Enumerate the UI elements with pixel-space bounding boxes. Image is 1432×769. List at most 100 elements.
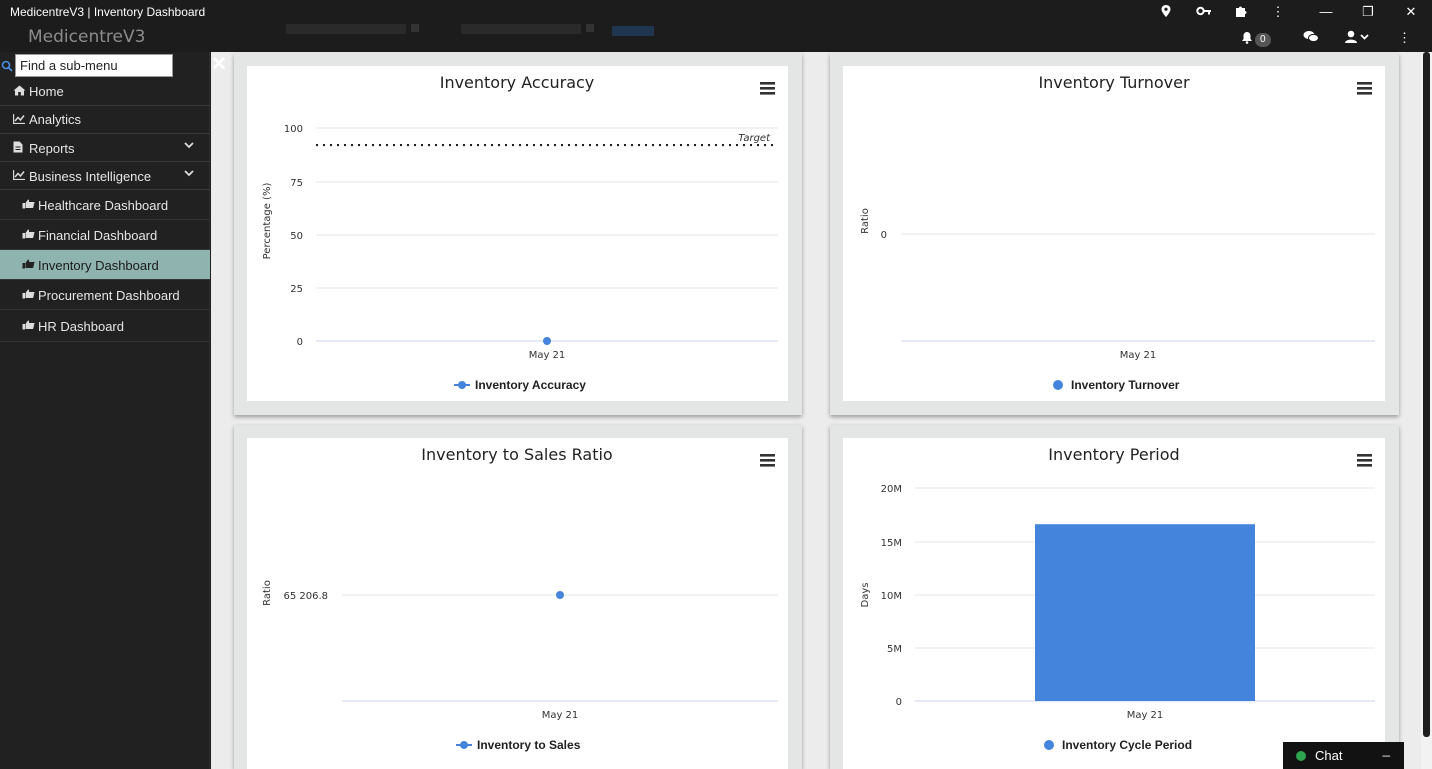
y-tick-label: 10M [881,591,902,602]
close-window-icon[interactable]: ✕ [1403,4,1419,20]
sidebar-item-label: Analytics [29,112,82,127]
sidebar-item-analytics[interactable]: Analytics [0,106,210,134]
legend-label: Inventory Cycle Period [1062,738,1192,752]
app-header: MedicentreV3 0 ⋮ [0,24,1432,52]
chart-menu-icon[interactable] [760,82,775,95]
home-icon [13,85,26,99]
notifications-bell-icon[interactable]: 0 [1241,30,1271,47]
menu-bar[interactable] [760,87,775,90]
document-icon [13,141,23,156]
scrollbar-thumb[interactable] [1423,52,1430,737]
sidebar-subitem-inventory-dashboard[interactable]: Inventory Dashboard [0,250,210,280]
sidebar-subitem-healthcare-dashboard[interactable]: Healthcare Dashboard [0,190,210,220]
chart-inventory-accuracy-svg: Inventory Accuracy Percentage (%) 0 25 50 75 1… [262,73,778,392]
data-point [543,337,551,345]
legend-marker [460,741,468,749]
restore-icon[interactable]: ❐ [1360,4,1376,20]
chart-inventory-turnover: Inventory Turnover Ratio 0 May 21 Inventory … [843,66,1385,401]
more-vertical-icon[interactable]: ⋮ [1270,4,1286,20]
x-tick-label: May 21 [542,710,579,721]
chart-menu-icon[interactable] [760,454,775,467]
submenu-search-input[interactable] [15,54,173,77]
y-axis-label: Ratio [262,580,273,606]
menu-bar[interactable] [760,454,775,457]
y-tick-label: 0 [297,337,303,348]
sidebar-subitem-procurement-dashboard[interactable]: Procurement Dashboard [0,280,210,310]
chart-inventory-period-svg: Inventory Period Days 0 5M 10M 15M 20M May 21 In… [860,445,1375,752]
location-pin-icon[interactable] [1158,4,1174,20]
chart-inventory-to-sales: Inventory to Sales Ratio Ratio 65 206.8 May… [247,438,788,769]
chat-bubbles-icon[interactable] [1303,30,1319,46]
brand-name: MedicentreV3 [28,27,146,47]
chevron-down-icon[interactable] [184,168,194,180]
key-icon[interactable] [1196,4,1212,20]
menu-bar[interactable] [1357,459,1372,462]
chat-widget[interactable]: Chat _ [1283,742,1404,769]
sidebar-subitem-label: Financial Dashboard [38,228,158,243]
sidebar-item-business-intelligence[interactable]: Business Intelligence [0,162,210,190]
y-tick-label: 20M [881,484,902,495]
menu-bar[interactable] [1357,82,1372,85]
x-tick-label: May 21 [529,350,566,361]
y-tick-label: 50 [290,231,303,242]
window-titlebar: MedicentreV3 | Inventory Dashboard ⋮ — ❐… [0,0,1432,24]
menu-bar[interactable] [760,82,775,85]
chat-label: Chat [1315,748,1343,763]
menu-bar[interactable] [760,464,775,467]
minimize-chat-icon[interactable]: _ [1383,742,1390,757]
chart-card-inventory-to-sales: Inventory to Sales Ratio Ratio 65 206.8 May… [234,425,802,769]
legend-label: Inventory Accuracy [475,378,586,392]
window-title: MedicentreV3 | Inventory Dashboard [10,5,206,19]
sidebar-item-label: Business Intelligence [29,169,152,184]
y-tick-label: 65 206.8 [283,591,328,602]
date-filter-bar [246,24,666,36]
close-sidebar-icon[interactable]: ✕ [210,55,228,74]
legend-marker [458,381,466,389]
sidebar-item-home[interactable]: Home [0,78,210,106]
y-axis-label: Ratio [860,208,871,234]
menu-bar[interactable] [760,459,775,462]
chart-inventory-to-sales-svg: Inventory to Sales Ratio Ratio 65 206.8 May… [262,445,778,752]
chart-card-inventory-period: Inventory Period Days 0 5M 10M 15M 20M May 21 In… [830,425,1399,769]
minimize-icon[interactable]: — [1318,4,1334,20]
extensions-puzzle-icon[interactable] [1233,4,1249,20]
user-menu-icon[interactable] [1344,30,1370,46]
menu-bar[interactable] [1357,454,1372,457]
online-status-dot [1296,751,1306,761]
y-tick-label: 15M [881,538,902,549]
sidebar-item-reports[interactable]: Reports [0,134,210,162]
sidebar-subitem-hr-dashboard[interactable]: HR Dashboard [0,310,210,342]
sidebar-subitem-label: HR Dashboard [38,319,124,334]
data-point [556,591,564,599]
sidebar-item-label: Home [29,84,64,99]
hand-pointer-icon [22,320,35,333]
chart-title: Inventory to Sales Ratio [421,445,612,464]
chart-icon [12,170,25,183]
chart-inventory-accuracy: Inventory Accuracy Percentage (%) 0 25 50 75 1… [247,66,788,401]
app-more-vertical-icon[interactable]: ⋮ [1398,30,1411,46]
y-tick-label: 25 [290,284,303,295]
sidebar-subitem-label: Procurement Dashboard [38,288,180,303]
chart-title: Inventory Turnover [1038,73,1190,92]
menu-bar[interactable] [1357,464,1372,467]
y-tick-label: 100 [284,124,303,135]
chart-menu-icon[interactable] [1357,82,1372,95]
search-icon [1,59,13,72]
y-tick-label: 5M [887,644,902,655]
x-tick-label: May 21 [1127,710,1164,721]
chart-menu-icon[interactable] [1357,454,1372,467]
hand-pointer-icon [22,199,35,212]
chart-card-inventory-accuracy: Inventory Accuracy Percentage (%) 0 25 50 75 1… [234,53,802,415]
y-tick-label: 0 [881,230,887,241]
y-tick-label: 0 [896,697,902,708]
sidebar-subitem-financial-dashboard[interactable]: Financial Dashboard [0,220,210,250]
hand-pointer-icon [22,229,35,242]
menu-bar[interactable] [1357,87,1372,90]
menu-bar[interactable] [1357,92,1372,95]
submenu-search [0,54,210,78]
hand-pointer-icon [22,289,35,302]
menu-bar[interactable] [760,92,775,95]
chevron-down-icon[interactable] [184,140,194,152]
y-axis-label: Percentage (%) [262,183,273,260]
page-scrollbar[interactable] [1421,52,1432,769]
